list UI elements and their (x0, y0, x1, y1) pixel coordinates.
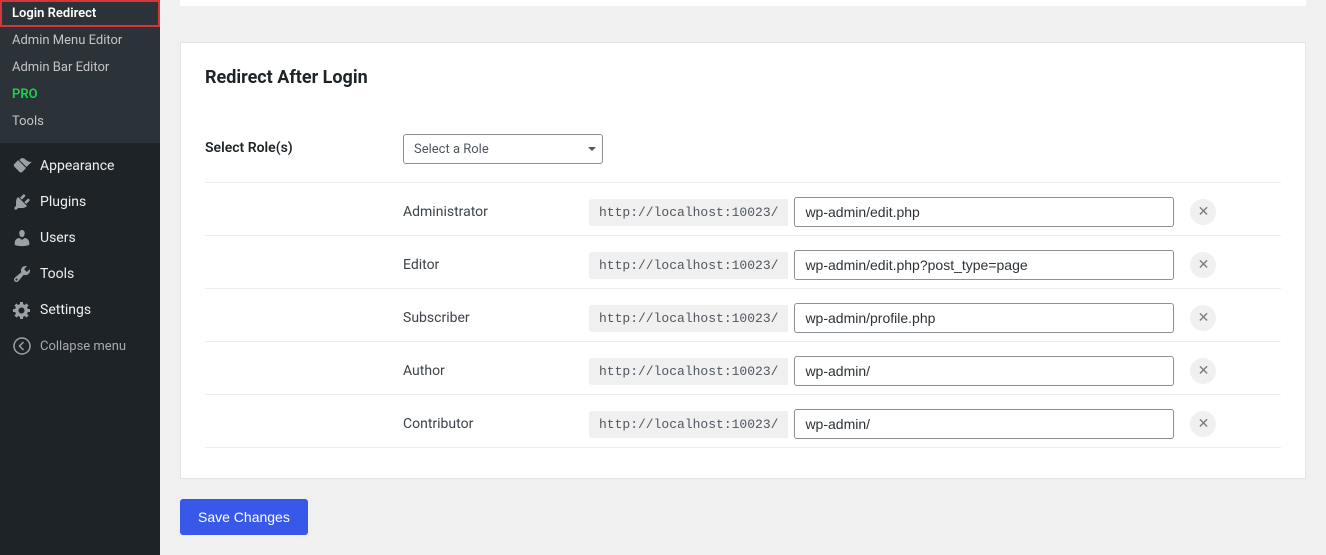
remove-role-button[interactable]: ✕ (1190, 411, 1216, 437)
chevron-down-icon (588, 147, 596, 151)
remove-role-button[interactable]: ✕ (1190, 199, 1216, 225)
redirect-input-subscriber[interactable] (794, 303, 1174, 333)
remove-role-button[interactable]: ✕ (1190, 252, 1216, 278)
sidebar-item-submenu-tools[interactable]: Tools (0, 108, 160, 135)
users-icon (12, 228, 32, 248)
sidebar-item-label: Users (40, 230, 76, 246)
close-icon: ✕ (1198, 310, 1210, 326)
url-prefix: http://localhost:10023/ (589, 358, 788, 385)
sidebar-item-label: Settings (40, 302, 91, 318)
main-content: Redirect After Login Select Role(s) Sele… (160, 0, 1326, 555)
role-row-contributor: Contributor http://localhost:10023/ ✕ (205, 395, 1281, 448)
plugins-icon (12, 192, 32, 212)
role-name: Author (403, 363, 589, 379)
tools-icon (12, 264, 32, 284)
sidebar-item-appearance[interactable]: Appearance (0, 148, 160, 184)
url-prefix: http://localhost:10023/ (589, 411, 788, 438)
sidebar-item-users[interactable]: Users (0, 220, 160, 256)
panel-title: Redirect After Login (205, 67, 1281, 88)
sidebar-item-plugins[interactable]: Plugins (0, 184, 160, 220)
role-name: Administrator (403, 204, 589, 220)
remove-role-button[interactable]: ✕ (1190, 305, 1216, 331)
role-name: Subscriber (403, 310, 589, 326)
redirect-panel: Redirect After Login Select Role(s) Sele… (180, 42, 1306, 479)
admin-sidebar: Login Redirect Admin Menu Editor Admin B… (0, 0, 160, 555)
sidebar-item-label: Appearance (40, 158, 114, 174)
close-icon: ✕ (1198, 363, 1210, 379)
close-icon: ✕ (1198, 204, 1210, 220)
sidebar-item-label: Tools (40, 266, 74, 282)
select-roles-row: Select Role(s) Select a Role (205, 116, 1281, 183)
select-placeholder: Select a Role (414, 142, 489, 157)
role-row-author: Author http://localhost:10023/ ✕ (205, 342, 1281, 395)
role-row-administrator: Administrator http://localhost:10023/ ✕ (205, 183, 1281, 236)
redirect-input-author[interactable] (794, 356, 1174, 386)
sidebar-item-admin-bar-editor[interactable]: Admin Bar Editor (0, 54, 160, 81)
sidebar-submenu: Login Redirect Admin Menu Editor Admin B… (0, 0, 160, 143)
collapse-icon (12, 336, 32, 356)
url-prefix: http://localhost:10023/ (589, 252, 788, 279)
close-icon: ✕ (1198, 416, 1210, 432)
redirect-input-administrator[interactable] (794, 197, 1174, 227)
appearance-icon (12, 156, 32, 176)
sidebar-item-pro[interactable]: PRO (0, 81, 160, 108)
settings-icon (12, 300, 32, 320)
role-row-subscriber: Subscriber http://localhost:10023/ ✕ (205, 289, 1281, 342)
url-prefix: http://localhost:10023/ (589, 199, 788, 226)
top-panel-edge (180, 0, 1306, 6)
role-row-editor: Editor http://localhost:10023/ ✕ (205, 236, 1281, 289)
sidebar-item-admin-menu-editor[interactable]: Admin Menu Editor (0, 27, 160, 54)
role-name: Editor (403, 257, 589, 273)
save-changes-button[interactable]: Save Changes (180, 499, 308, 535)
sidebar-item-settings[interactable]: Settings (0, 292, 160, 328)
role-name: Contributor (403, 416, 589, 432)
redirect-input-contributor[interactable] (794, 409, 1174, 439)
remove-role-button[interactable]: ✕ (1190, 358, 1216, 384)
role-select[interactable]: Select a Role (403, 134, 603, 164)
select-roles-label: Select Role(s) (205, 134, 403, 156)
redirect-input-editor[interactable] (794, 250, 1174, 280)
sidebar-item-label: Plugins (40, 194, 86, 210)
url-prefix: http://localhost:10023/ (589, 305, 788, 332)
collapse-menu[interactable]: Collapse menu (0, 328, 160, 364)
sidebar-item-login-redirect[interactable]: Login Redirect (0, 0, 160, 27)
sidebar-item-tools[interactable]: Tools (0, 256, 160, 292)
close-icon: ✕ (1198, 257, 1210, 273)
collapse-label: Collapse menu (40, 339, 126, 354)
